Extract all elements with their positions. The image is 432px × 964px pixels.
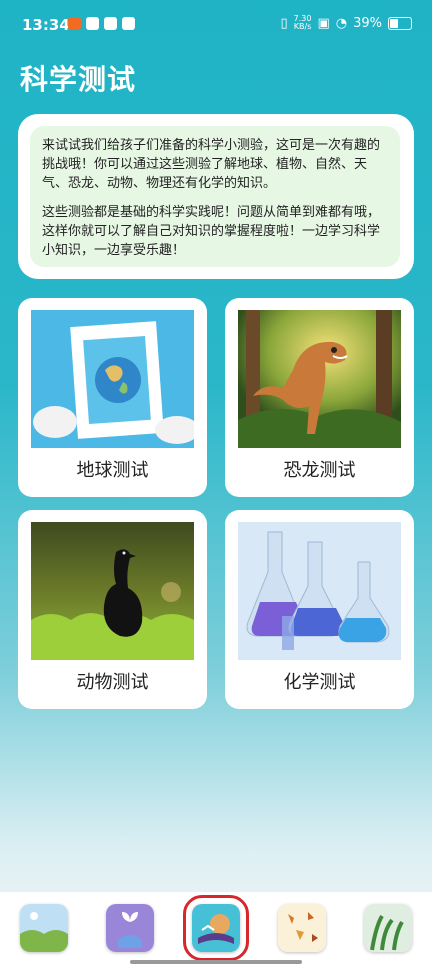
dinosaur-image	[238, 310, 401, 448]
network-speed: 7.30 KB/s	[293, 14, 312, 31]
nav-item-leaves[interactable]	[278, 904, 326, 952]
sim-icon: ▣	[317, 15, 330, 31]
animal-image	[31, 522, 194, 660]
status-right: ▯ 7.30 KB/s ▣ ◔ 39%	[280, 15, 412, 31]
battery-percent: 39%	[353, 15, 382, 31]
bottom-navigation	[0, 892, 432, 964]
intro-card: 来试试我们给孩子们准备的科学小测验，这可是一次有趣的挑战哦！你可以通过这些测验了…	[18, 114, 414, 279]
book-icon	[192, 904, 240, 952]
video-notification-icon	[86, 17, 99, 30]
quiz-tile-label: 地球测试	[76, 460, 149, 481]
quiz-tile-earth[interactable]: 地球测试	[18, 298, 207, 497]
grass-icon	[364, 904, 412, 952]
intro-text-box: 来试试我们给孩子们准备的科学小测验，这可是一次有趣的挑战哦！你可以通过这些测验了…	[30, 126, 400, 267]
battery-icon	[388, 16, 412, 30]
quiz-tile-label: 恐龙测试	[283, 460, 356, 481]
wifi-icon: ◔	[335, 15, 348, 31]
quiz-tile-label: 化学测试	[283, 672, 356, 693]
status-bar: 13:34 ▯ 7.30 KB/s ▣ ◔ 39%	[0, 0, 432, 50]
leaf-notification-icon	[104, 17, 117, 30]
vibrate-icon: ▯	[280, 15, 288, 31]
page-title: 科学测试	[20, 63, 137, 96]
chemistry-image	[238, 522, 401, 660]
status-time: 13:34	[22, 16, 70, 34]
quiz-tile-animal[interactable]: 动物测试	[18, 510, 207, 709]
app-notification-icon	[68, 17, 81, 30]
autumn-leaves-icon	[278, 904, 326, 952]
landscape-icon	[20, 904, 68, 952]
quiz-tile-dinosaur[interactable]: 恐龙测试	[225, 298, 414, 497]
store-notification-icon	[122, 17, 135, 30]
nav-item-landscape[interactable]	[20, 904, 68, 952]
quiz-tile-label: 动物测试	[76, 672, 149, 693]
plant-hand-icon	[106, 904, 154, 952]
earth-image	[31, 310, 194, 448]
nav-item-plant[interactable]	[106, 904, 154, 952]
nav-item-book[interactable]	[183, 895, 249, 961]
notification-icons	[68, 17, 135, 30]
quiz-tile-chemistry[interactable]: 化学测试	[225, 510, 414, 709]
nav-item-grass[interactable]	[364, 904, 412, 952]
intro-paragraph-1: 来试试我们给孩子们准备的科学小测验，这可是一次有趣的挑战哦！你可以通过这些测验了…	[42, 138, 381, 191]
intro-paragraph-2: 这些测验都是基础的科学实践呢！问题从简单到难都有哦，这样你就可以了解自己对知识的…	[42, 205, 381, 258]
home-indicator[interactable]	[130, 960, 302, 964]
